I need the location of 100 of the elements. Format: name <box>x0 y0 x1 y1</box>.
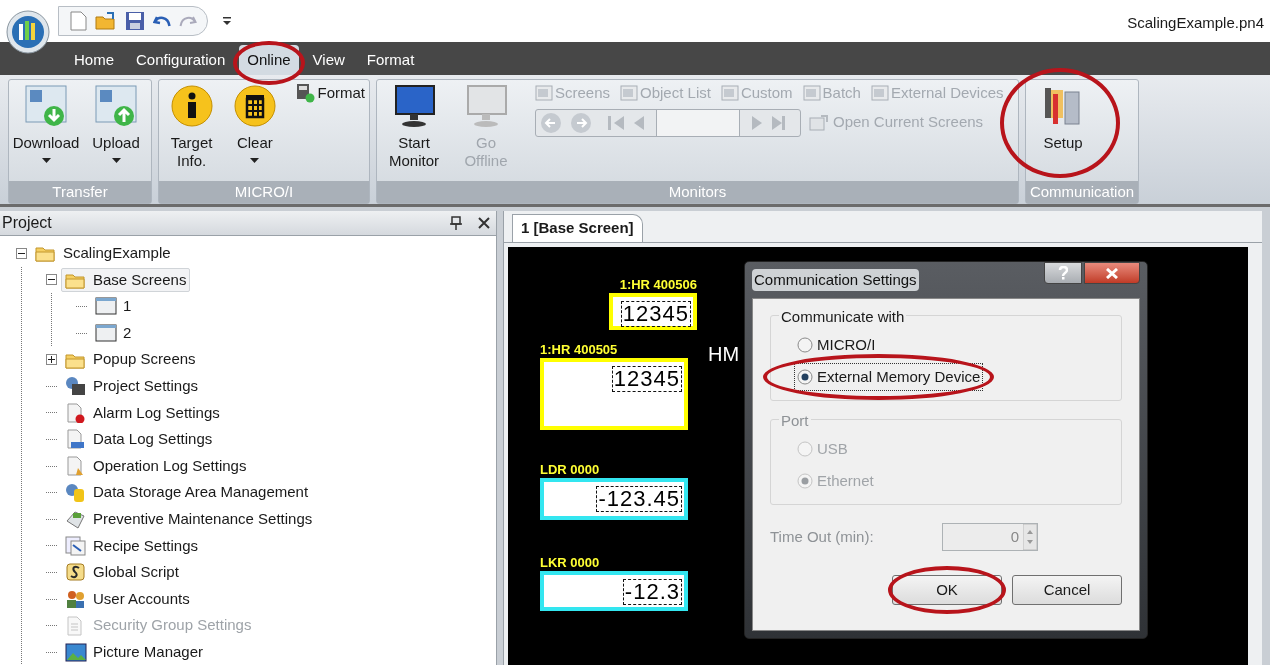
object-label: 1:HR 400506 <box>619 277 697 293</box>
question-mark-icon <box>1058 266 1068 280</box>
display-value: -123.45 <box>596 486 682 512</box>
tree-item[interactable]: Data Storage Area Management <box>61 480 313 505</box>
menu-tab[interactable]: Home <box>66 45 122 75</box>
window-title: ScalingExample.pn4 <box>1127 13 1264 33</box>
open-window-icon <box>809 114 829 131</box>
expand-toggle[interactable] <box>46 354 57 366</box>
close-icon <box>1106 267 1118 279</box>
object-label: LKR 0000 <box>540 555 601 571</box>
scroll-icon <box>65 562 87 583</box>
tree-item[interactable]: Base Screens <box>61 267 191 292</box>
panel-title: Project <box>2 213 53 233</box>
collapse-toggle[interactable] <box>16 247 27 259</box>
numeric-display[interactable]: 12345 <box>540 358 688 430</box>
radio-option[interactable]: External Memory Device <box>795 364 983 390</box>
pin-icon <box>450 216 462 230</box>
window-list-icon <box>720 85 739 102</box>
dropdown-caret-icon <box>250 158 260 164</box>
display-value: 12345 <box>611 366 682 392</box>
ribbon-button[interactable]: Target Info. <box>163 82 221 170</box>
dialog-title: Communication Settings <box>752 268 919 292</box>
menu-tab[interactable]: View <box>304 45 353 75</box>
object-label: 1:HR 400505 <box>540 342 619 358</box>
ribbon-button[interactable]: Upload <box>85 82 147 164</box>
tree-item[interactable]: 2 <box>91 321 136 346</box>
plus-icon <box>48 356 55 364</box>
tree-item[interactable]: Data Log Settings <box>61 427 217 452</box>
monitor-icon <box>464 84 508 128</box>
undo-icon <box>153 15 171 27</box>
customize-caret-icon <box>222 15 232 27</box>
dialog-button[interactable]: Cancel <box>1012 575 1122 605</box>
tree-item[interactable]: Popup Screens <box>61 347 200 372</box>
ribbon-button[interactable]: Clear <box>226 82 284 164</box>
redo-icon <box>179 15 197 27</box>
numeric-display[interactable]: 12345 <box>609 293 697 330</box>
download-icon <box>24 84 68 128</box>
upload-icon <box>94 84 138 128</box>
trash-bin-icon <box>232 84 277 128</box>
display-value: 12345 <box>620 301 691 327</box>
screen-number-field[interactable] <box>656 109 740 136</box>
ribbon-group-label: Transfer <box>9 181 151 203</box>
help-button[interactable] <box>1044 262 1082 284</box>
numeric-display[interactable]: -123.45 <box>540 478 688 520</box>
menu-tab[interactable]: Format <box>358 45 423 75</box>
users-icon <box>65 589 87 609</box>
info-icon <box>169 84 214 128</box>
numeric-display[interactable]: -12.3 <box>540 571 688 611</box>
close-icon <box>478 217 490 229</box>
format-button[interactable]: Format <box>295 82 365 104</box>
ribbon-button[interactable]: Download <box>13 82 79 164</box>
tree-item[interactable]: ScalingExample <box>31 241 175 266</box>
open-folder-icon <box>95 11 117 31</box>
tree-item[interactable]: Project Settings <box>61 374 203 399</box>
radio-icon <box>797 337 813 353</box>
tree-item[interactable]: Global Script <box>61 560 183 585</box>
ribbon-group-label: Communication <box>1026 181 1138 203</box>
spin-arrows-icon <box>1023 524 1037 550</box>
database-icon <box>65 482 87 503</box>
collapse-toggle[interactable] <box>46 274 57 286</box>
radio-icon <box>797 441 813 457</box>
monitor-icon <box>392 84 436 128</box>
display-value: -12.3 <box>622 579 682 605</box>
radio-icon <box>797 369 813 385</box>
ribbon-group-label: MICRO/I <box>159 181 369 203</box>
radio-icon <box>797 473 813 489</box>
menu-tab[interactable]: Configuration <box>128 45 234 75</box>
ribbon-group-label: Monitors <box>377 181 1018 203</box>
editor-tab[interactable]: 1 [Base Screen] <box>512 214 643 242</box>
ribbon-button[interactable]: Start Monitor <box>381 82 447 170</box>
disk-check-icon <box>295 83 316 103</box>
window-icon <box>95 323 117 344</box>
dropdown-caret-icon <box>41 158 51 164</box>
tree-item[interactable]: Alarm Log Settings <box>61 400 224 425</box>
canvas-text: HM <box>708 342 740 367</box>
picture-icon <box>65 642 87 663</box>
tree-item[interactable]: User Accounts <box>61 587 194 611</box>
window-list-icon <box>870 85 889 102</box>
field-label: Time Out (min): <box>770 526 875 547</box>
tree-item[interactable]: Picture Manager <box>61 640 208 665</box>
tree-item[interactable]: Operation Log Settings <box>61 454 251 479</box>
new-file-icon <box>69 11 87 31</box>
window-list-icon <box>535 85 553 102</box>
document-alert-icon <box>65 402 87 423</box>
documents-icon <box>65 535 87 556</box>
tree-item[interactable]: 1 <box>91 294 136 319</box>
object-label: LDR 0000 <box>540 462 601 478</box>
dropdown-caret-icon <box>111 158 121 164</box>
window-icon <box>95 296 117 317</box>
save-icon <box>125 11 145 31</box>
radio-option[interactable]: MICRO/I <box>795 332 878 358</box>
dialog-button[interactable]: OK <box>892 575 1002 605</box>
document-numbers-icon <box>65 429 87 450</box>
window-list-icon <box>802 85 821 102</box>
menu-tab[interactable]: Online <box>239 45 299 75</box>
ribbon-button[interactable]: Setup <box>1030 82 1096 152</box>
window-list-icon <box>620 85 639 102</box>
close-button[interactable] <box>1084 262 1140 284</box>
tree-item[interactable]: Preventive Maintenance Settings <box>61 507 317 532</box>
tree-item[interactable]: Recipe Settings <box>61 533 203 558</box>
